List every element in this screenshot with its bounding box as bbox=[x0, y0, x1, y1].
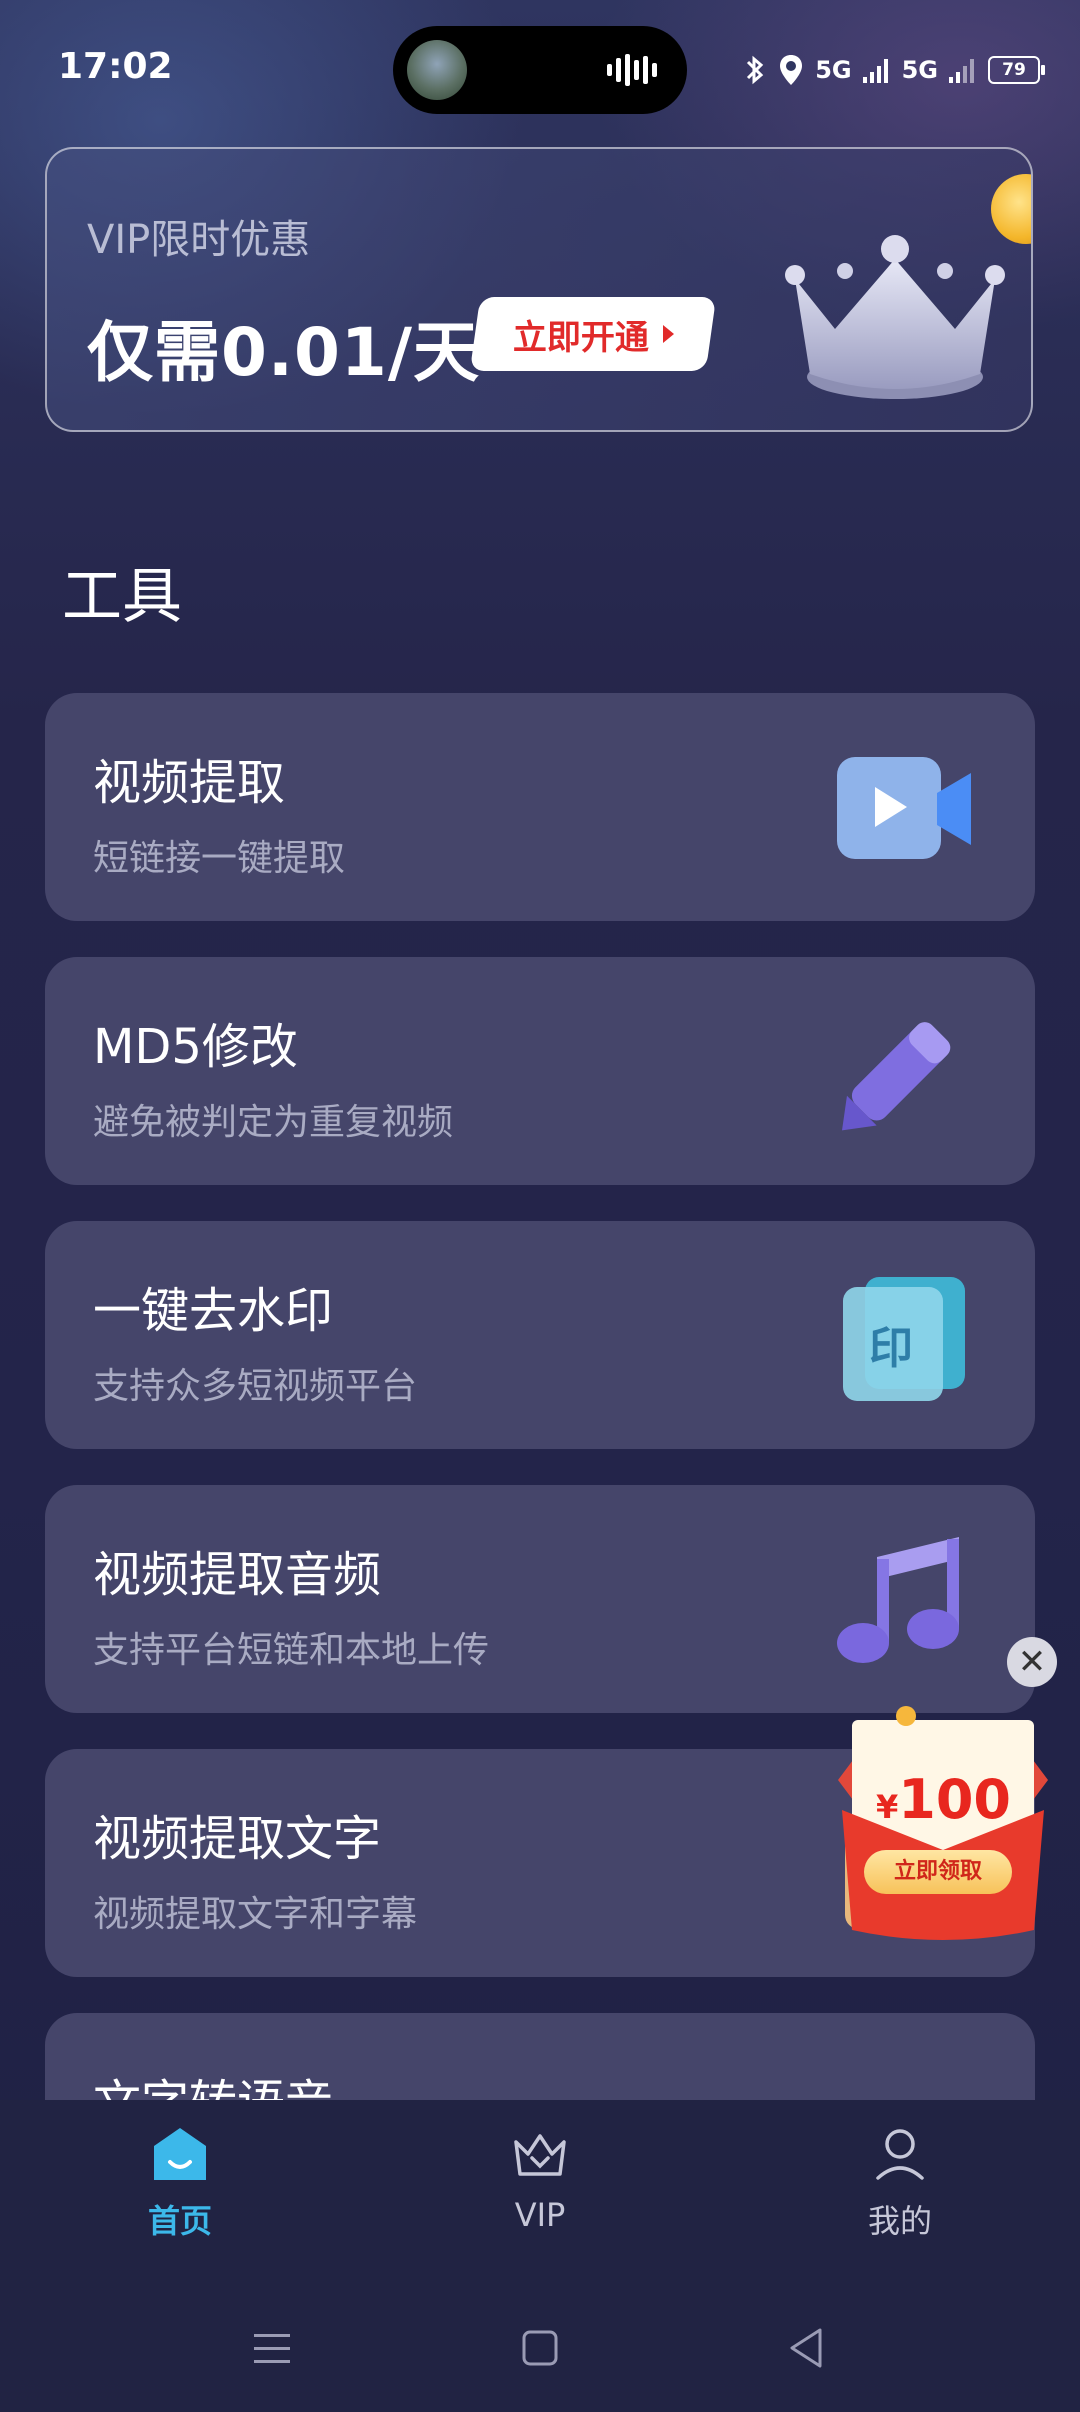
tool-desc: 支持众多短视频平台 bbox=[93, 1366, 418, 1407]
red-packet-promo[interactable]: ¥100 立即领取 bbox=[828, 1700, 1058, 1950]
status-icons: 5G 5G 79 bbox=[743, 50, 1045, 90]
open-vip-button[interactable]: 立即开通 bbox=[469, 297, 717, 371]
stamp-icon: 印 bbox=[843, 1277, 965, 1401]
tool-card-md5-modify[interactable]: MD5修改 避免被判定为重复视频 bbox=[45, 957, 1035, 1185]
profile-icon bbox=[876, 2129, 924, 2180]
promo-close-button[interactable]: ✕ bbox=[1007, 1637, 1057, 1687]
signal-icon-2 bbox=[949, 59, 974, 83]
tool-desc: 避免被判定为重复视频 bbox=[93, 1102, 454, 1143]
arrow-right-icon bbox=[662, 325, 674, 343]
home-square-icon[interactable] bbox=[510, 2318, 570, 2378]
tool-card-remove-watermark[interactable]: 一键去水印 支持众多短视频平台 印 bbox=[45, 1221, 1035, 1449]
tab-vip[interactable]: VIP bbox=[440, 2124, 640, 2264]
tool-card-extract-audio[interactable]: 视频提取音频 支持平台短链和本地上传 bbox=[45, 1485, 1035, 1713]
crown-icon bbox=[785, 235, 1005, 399]
audio-wave-icon bbox=[607, 54, 657, 86]
music-note-icon bbox=[837, 1537, 959, 1663]
bluetooth-icon bbox=[747, 55, 764, 85]
vip-promo-banner[interactable]: VIP限时优惠 仅需0.01/天 立即开通 bbox=[45, 147, 1033, 432]
tab-mine-label: 我的 bbox=[867, 2202, 932, 2240]
crown-icon bbox=[514, 2134, 566, 2176]
media-thumbnail bbox=[407, 40, 467, 100]
tool-desc: 短链接一键提取 bbox=[93, 838, 346, 879]
tool-title: 视频提取音频 bbox=[93, 1547, 382, 1603]
tab-vip-label: VIP bbox=[514, 2196, 566, 2234]
network-2-label: 5G bbox=[901, 56, 938, 84]
network-1-label: 5G bbox=[815, 56, 852, 84]
tool-desc: 支持平台短链和本地上传 bbox=[93, 1630, 490, 1671]
tab-home-label: 首页 bbox=[147, 2202, 212, 2240]
dynamic-island[interactable] bbox=[393, 26, 687, 114]
location-icon bbox=[780, 55, 803, 85]
back-triangle-icon[interactable] bbox=[776, 2318, 836, 2378]
tool-card-video-extract[interactable]: 视频提取 短链接一键提取 bbox=[45, 693, 1035, 921]
tool-title: MD5修改 bbox=[93, 1019, 298, 1075]
tab-home[interactable]: 首页 bbox=[80, 2124, 280, 2264]
vip-subtitle: VIP限时优惠 bbox=[87, 217, 311, 263]
tool-title: 一键去水印 bbox=[93, 1283, 334, 1339]
pencil-icon bbox=[842, 1022, 951, 1131]
claim-button[interactable]: 立即领取 bbox=[864, 1850, 1012, 1894]
tool-desc: 视频提取文字和字幕 bbox=[93, 1894, 418, 1935]
tab-mine[interactable]: 我的 bbox=[800, 2124, 1000, 2264]
promo-amount: ¥100 bbox=[876, 1768, 1011, 1831]
status-time: 17:02 bbox=[58, 46, 173, 87]
status-bar: 17:02 5G 5G 79 bbox=[0, 0, 1080, 140]
video-camera-icon bbox=[837, 757, 971, 859]
stamp-icon-text: 印 bbox=[869, 1323, 913, 1374]
battery-indicator: 79 bbox=[988, 56, 1045, 84]
vip-price: 仅需0.01/天 bbox=[87, 314, 480, 391]
tool-title: 视频提取文字 bbox=[93, 1811, 382, 1867]
system-navigation-bar bbox=[0, 2290, 1080, 2400]
home-icon bbox=[154, 2128, 206, 2180]
tool-title: 视频提取 bbox=[93, 755, 286, 811]
open-vip-button-label: 立即开通 bbox=[512, 317, 649, 358]
signal-icon bbox=[862, 59, 888, 83]
section-title: 工具 bbox=[62, 562, 182, 632]
menu-icon[interactable] bbox=[242, 2318, 302, 2378]
